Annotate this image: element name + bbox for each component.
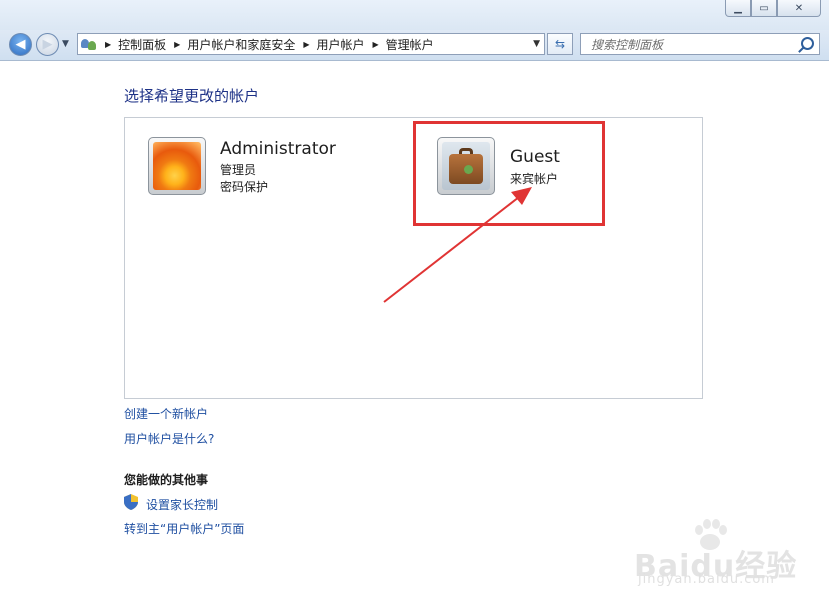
account-name[interactable]: Administrator — [220, 139, 336, 159]
other-tasks-heading: 您能做的其他事 — [124, 473, 209, 487]
window-controls: ▁ ▭ ✕ — [725, 0, 821, 17]
back-button[interactable]: ◀ — [9, 33, 32, 56]
search-box[interactable] — [580, 33, 820, 55]
breadcrumb-separator-icon[interactable]: ▶ — [105, 40, 111, 49]
back-arrow-icon: ◀ — [15, 37, 26, 52]
breadcrumb-item[interactable]: 用户帐户和家庭安全 — [187, 36, 295, 53]
content-area: 选择希望更改的帐户 Administrator 管理员 密码保护 Guest 来… — [0, 61, 829, 609]
breadcrumb-separator-icon[interactable]: ▶ — [174, 40, 180, 49]
minimize-button[interactable]: ▁ — [725, 0, 751, 17]
search-icon[interactable] — [801, 37, 814, 50]
flower-picture-icon — [153, 142, 201, 190]
account-picture — [148, 137, 206, 195]
navigation-bar: ◀ ▶ ▼ ▶ 控制面板 ▶ 用户帐户和家庭安全 ▶ 用户帐户 ▶ 管理帐户 ▼… — [0, 30, 829, 61]
watermark-url: jingyan.baidu.com — [638, 572, 775, 587]
maximize-button[interactable]: ▭ — [751, 0, 777, 17]
address-bar[interactable]: ▶ 控制面板 ▶ 用户帐户和家庭安全 ▶ 用户帐户 ▶ 管理帐户 ▼ — [77, 33, 545, 55]
close-button[interactable]: ✕ — [777, 0, 821, 17]
breadcrumb-separator-icon[interactable]: ▶ — [373, 40, 379, 49]
what-is-user-account-link[interactable]: 用户帐户是什么? — [124, 430, 214, 447]
forward-button[interactable]: ▶ — [36, 33, 59, 56]
account-type: 管理员 — [220, 163, 257, 177]
history-dropdown-icon[interactable]: ▼ — [62, 39, 69, 49]
breadcrumb-separator-icon[interactable]: ▶ — [303, 40, 309, 49]
refresh-button[interactable]: ⇆ — [547, 33, 573, 55]
title-bar: ▁ ▭ ✕ — [0, 0, 829, 30]
user-accounts-icon — [81, 37, 97, 51]
forward-arrow-icon: ▶ — [42, 37, 53, 52]
breadcrumb-item[interactable]: 用户帐户 — [317, 36, 365, 53]
shield-icon — [124, 494, 138, 510]
user-accounts-home-link[interactable]: 转到主“用户帐户”页面 — [124, 520, 244, 537]
search-input[interactable] — [589, 36, 793, 54]
highlight-box — [413, 121, 605, 226]
address-dropdown-icon[interactable]: ▼ — [533, 39, 540, 49]
breadcrumb-item[interactable]: 控制面板 — [118, 36, 166, 53]
parental-controls-link[interactable]: 设置家长控制 — [146, 496, 218, 513]
refresh-icon: ⇆ — [554, 37, 566, 51]
breadcrumb-item[interactable]: 管理帐户 — [386, 36, 434, 53]
account-password-status: 密码保护 — [220, 180, 269, 194]
account-administrator[interactable]: Administrator 管理员 密码保护 — [148, 137, 348, 201]
page-title: 选择希望更改的帐户 — [124, 87, 260, 105]
create-account-link[interactable]: 创建一个新帐户 — [124, 405, 208, 422]
